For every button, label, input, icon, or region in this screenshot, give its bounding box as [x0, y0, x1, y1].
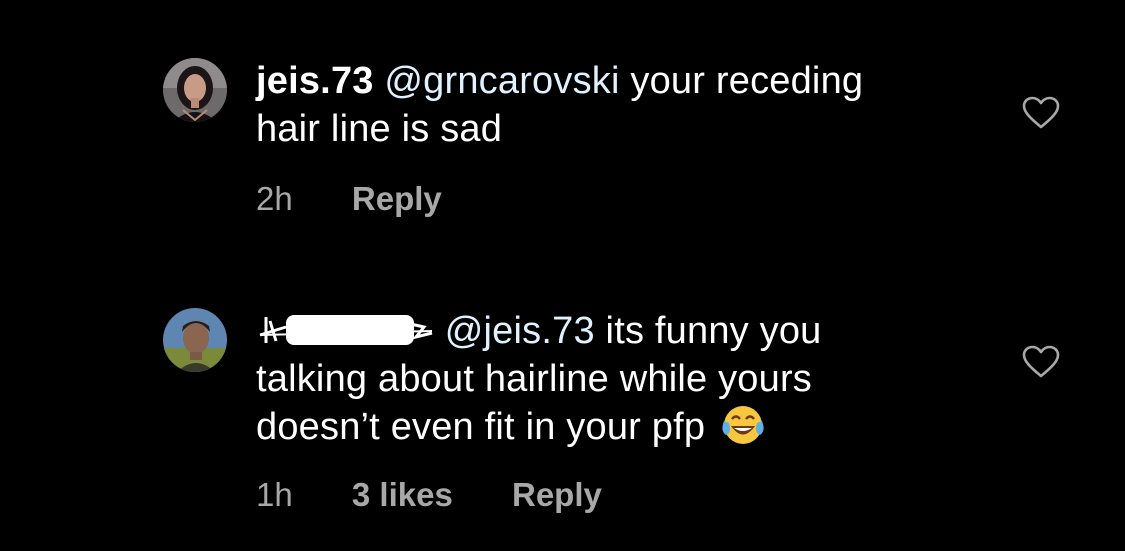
- comment-meta: 2h Reply: [256, 180, 442, 218]
- comment-body: your receding: [619, 60, 864, 102]
- avatar[interactable]: [163, 58, 227, 122]
- comment-body-line2: talking about hairline while yours: [256, 358, 813, 400]
- comment-text: @jeis.73 its funny you talking about hai…: [256, 307, 936, 451]
- profile-photo-icon: [163, 308, 227, 372]
- comment-body-line2: hair line is sad: [256, 108, 503, 150]
- comment-meta: 1h 3 likes Reply: [256, 476, 602, 514]
- comment-username[interactable]: jeis.73: [256, 60, 374, 102]
- heart-outline-icon[interactable]: [1022, 345, 1060, 379]
- profile-photo-icon: [163, 58, 227, 122]
- mention-link[interactable]: @jeis.73: [445, 310, 595, 352]
- comment-body: its funny you: [594, 310, 822, 352]
- reply-button[interactable]: Reply: [512, 476, 602, 514]
- mention-link[interactable]: @grncarovski: [384, 60, 619, 102]
- reply-button[interactable]: Reply: [352, 180, 442, 218]
- redacted-username: [256, 313, 434, 347]
- comment-timestamp: 2h: [256, 180, 293, 217]
- likes-count[interactable]: 3 likes: [352, 476, 453, 514]
- comment-timestamp: 1h: [256, 476, 293, 513]
- heart-outline-icon[interactable]: [1022, 96, 1060, 130]
- comment-body-line3: doesn’t even fit in your pfp: [256, 406, 706, 448]
- face-with-tears-of-joy-icon: [720, 403, 766, 447]
- avatar[interactable]: [163, 308, 227, 372]
- comment-text: jeis.73 @grncarovski your receding hair …: [256, 57, 936, 153]
